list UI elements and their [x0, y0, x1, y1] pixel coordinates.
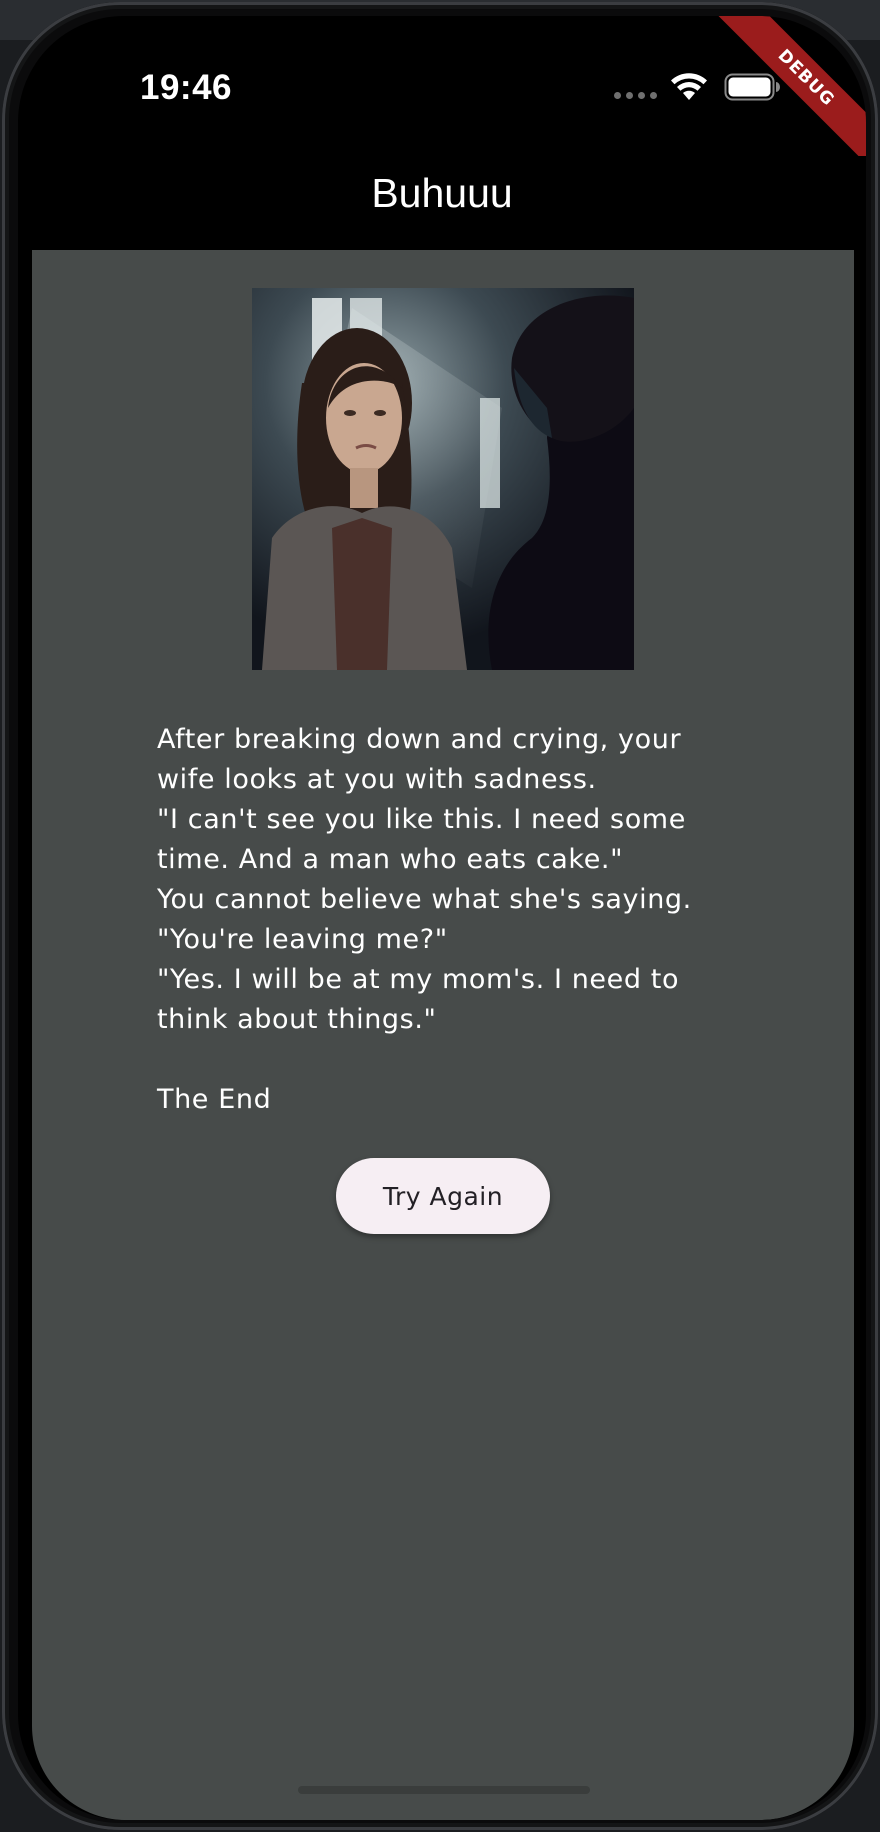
try-again-button[interactable]: Try Again: [336, 1158, 550, 1234]
battery-icon: [724, 73, 780, 101]
phone-screen: 19:46 DEBUG Buhuuu After breaking down a…: [18, 16, 866, 1820]
story-image: [252, 288, 634, 670]
cellular-signal-icon: [614, 92, 657, 99]
status-bar: 19:46 DEBUG: [18, 16, 866, 169]
status-time: 19:46: [140, 68, 233, 107]
illustration-sad-woman-and-man-icon: [252, 288, 634, 670]
wifi-icon: [671, 73, 707, 100]
story-screen: After breaking down and crying, your wif…: [32, 250, 854, 1820]
phone-frame: 19:46 DEBUG Buhuuu After breaking down a…: [2, 2, 878, 1830]
story-text: After breaking down and crying, your wif…: [157, 724, 692, 1115]
app-bar-title: Buhuuu: [371, 170, 513, 216]
home-indicator[interactable]: [298, 1786, 590, 1794]
